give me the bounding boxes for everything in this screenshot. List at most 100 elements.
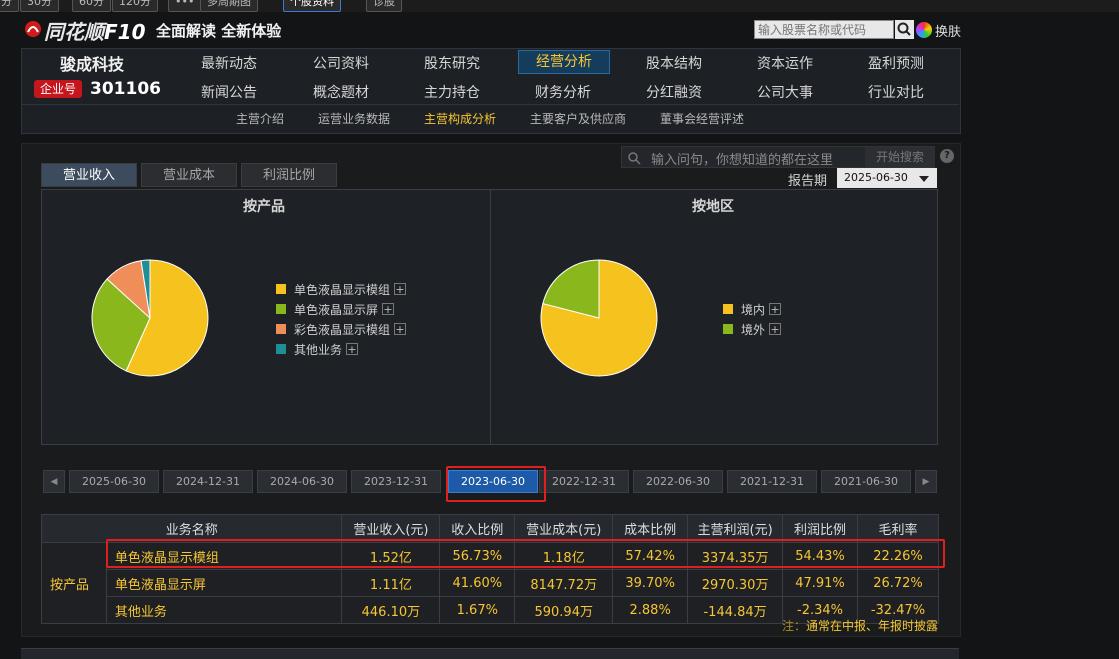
legend-swatch bbox=[723, 304, 733, 314]
table-cell: 41.60% bbox=[439, 569, 516, 597]
table-cell: 1.11亿 bbox=[341, 569, 441, 597]
period-item[interactable]: 2021-06-30 bbox=[821, 470, 911, 493]
legend-label: 境外 bbox=[741, 322, 766, 337]
period-item[interactable]: 2023-12-31 bbox=[351, 470, 441, 493]
legend-swatch bbox=[276, 284, 286, 294]
expand-icon[interactable]: + bbox=[394, 323, 407, 335]
period-item[interactable]: 2024-12-31 bbox=[163, 470, 253, 493]
help-icon[interactable]: ? bbox=[940, 149, 954, 163]
legend-swatch bbox=[276, 304, 286, 314]
subnav-customers-suppliers[interactable]: 主要客户及供应商 bbox=[530, 110, 626, 127]
table-row: 单色液晶显示屏 1.11亿 41.60% 8147.72万 39.70% 297… bbox=[42, 569, 940, 597]
more-button[interactable]: ••• bbox=[168, 0, 202, 12]
highlight-box bbox=[446, 466, 546, 502]
subnav-revenue-composition[interactable]: 主营构成分析 bbox=[424, 110, 496, 127]
stock-code: 301106 bbox=[90, 79, 161, 99]
nav-capital-ops[interactable]: 资本运作 bbox=[740, 53, 830, 73]
period-button-60m[interactable]: 60分 bbox=[72, 0, 111, 12]
expand-icon[interactable]: + bbox=[382, 303, 395, 315]
legend-item[interactable]: 单色液晶显示屏 + bbox=[276, 301, 395, 317]
legend-item[interactable]: 其他业务 + bbox=[276, 341, 359, 357]
nav-industry-compare[interactable]: 行业对比 bbox=[851, 82, 941, 102]
period-item[interactable]: 2024-06-30 bbox=[257, 470, 347, 493]
brand-logo: 同花顺F10 bbox=[44, 20, 146, 44]
table-cell: 26.72% bbox=[856, 569, 940, 597]
skin-icon[interactable] bbox=[916, 22, 932, 38]
highlight-box bbox=[106, 539, 945, 568]
legend-item[interactable]: 境内 + bbox=[723, 301, 782, 317]
pie-chart-region bbox=[540, 259, 658, 377]
tab-cost[interactable]: 营业成本 bbox=[141, 163, 237, 187]
brand-logo-icon bbox=[25, 21, 41, 37]
legend-item[interactable]: 彩色液晶显示模组 + bbox=[276, 321, 407, 337]
chart-divider bbox=[490, 189, 491, 445]
subnav-board-review[interactable]: 董事会经营评述 bbox=[660, 110, 744, 127]
table-cell: 590.94万 bbox=[514, 596, 614, 624]
expand-icon[interactable]: + bbox=[769, 323, 782, 335]
business-name-cell[interactable]: 单色液晶显示屏 bbox=[105, 569, 343, 597]
period-prev-button[interactable]: ◀ bbox=[43, 470, 65, 493]
nav-dividends[interactable]: 分红融资 bbox=[629, 82, 719, 102]
period-next-button[interactable]: ▶ bbox=[915, 470, 937, 493]
ask-search-button[interactable]: 开始搜索 bbox=[865, 147, 935, 167]
subnav-business-intro[interactable]: 主营介绍 bbox=[236, 110, 284, 127]
nav-major-events[interactable]: 公司大事 bbox=[740, 82, 830, 102]
period-button-120m[interactable]: 120分 bbox=[112, 0, 158, 12]
tab-profit-ratio[interactable]: 利润比例 bbox=[241, 163, 337, 187]
stock-search-input[interactable] bbox=[754, 20, 894, 39]
composition-table: 业务名称 营业收入(元) 收入比例 营业成本(元) 成本比例 主营利润(元) 利… bbox=[40, 514, 940, 624]
chart-title-product: 按产品 bbox=[243, 199, 285, 215]
period-item[interactable]: 2025-06-30 bbox=[69, 470, 159, 493]
category-cell: 按产品 bbox=[41, 542, 107, 624]
legend-label: 彩色液晶显示模组 bbox=[294, 322, 391, 337]
legend-item[interactable]: 境外 + bbox=[723, 321, 782, 337]
subnav-operating-data[interactable]: 运营业务数据 bbox=[318, 110, 390, 127]
diagnose-button[interactable]: 诊股 bbox=[366, 0, 402, 12]
legend-label: 其他业务 bbox=[294, 342, 343, 357]
enterprise-badge[interactable]: 企业号 bbox=[34, 80, 83, 98]
ask-search-icon bbox=[628, 152, 641, 165]
legend-label: 境内 bbox=[741, 302, 766, 317]
legend-label: 单色液晶显示屏 bbox=[294, 302, 379, 317]
table-cell: 39.70% bbox=[612, 569, 689, 597]
legend-label: 单色液晶显示模组 bbox=[294, 282, 391, 297]
nav-institutional[interactable]: 主力持仓 bbox=[407, 82, 497, 102]
tab-revenue[interactable]: 营业收入 bbox=[41, 163, 137, 187]
nav-announcements[interactable]: 新闻公告 bbox=[184, 82, 274, 102]
nav-shareholders[interactable]: 股东研究 bbox=[407, 53, 497, 73]
report-period-label: 报告期 bbox=[788, 174, 828, 189]
period-button-30m[interactable]: 30分 bbox=[20, 0, 59, 12]
company-name: 骏成科技 bbox=[60, 55, 125, 74]
legend-swatch bbox=[723, 324, 733, 334]
expand-icon[interactable]: + bbox=[346, 343, 359, 355]
legend-swatch bbox=[276, 324, 286, 334]
table-cell: 446.10万 bbox=[341, 596, 441, 624]
search-icon[interactable] bbox=[895, 20, 914, 39]
top-toolbar: 分 30分 60分 120分 ••• 多周期图 个股资料 诊股 bbox=[0, 0, 1119, 12]
multi-period-button[interactable]: 多周期图 bbox=[200, 0, 258, 12]
expand-icon[interactable]: + bbox=[769, 303, 782, 315]
nav-latest-news[interactable]: 最新动态 bbox=[184, 53, 274, 73]
stock-info-button[interactable]: 个股资料 bbox=[283, 0, 341, 12]
period-item[interactable]: 2022-12-31 bbox=[539, 470, 629, 493]
pie-chart-product bbox=[91, 259, 209, 377]
period-button-1m[interactable]: 分 bbox=[0, 0, 19, 12]
legend-swatch bbox=[276, 344, 286, 354]
table-cell: -144.84万 bbox=[687, 596, 784, 624]
chevron-down-icon[interactable] bbox=[919, 176, 929, 182]
nav-concepts[interactable]: 概念题材 bbox=[296, 82, 386, 102]
nav-operations[interactable]: 经营分析 bbox=[518, 50, 610, 74]
skin-button[interactable]: 换肤 bbox=[935, 21, 961, 40]
business-name-cell[interactable]: 其他业务 bbox=[105, 596, 343, 624]
table-cell: 2.88% bbox=[612, 596, 689, 624]
expand-icon[interactable]: + bbox=[394, 283, 407, 295]
nav-profit-forecast[interactable]: 盈利预测 bbox=[851, 53, 941, 73]
nav-company-info[interactable]: 公司资料 bbox=[296, 53, 386, 73]
slogan: 全面解读 全新体验 bbox=[156, 22, 282, 40]
next-section-bar bbox=[21, 648, 959, 659]
nav-financials[interactable]: 财务分析 bbox=[518, 82, 608, 102]
legend-item[interactable]: 单色液晶显示模组 + bbox=[276, 281, 407, 297]
period-item[interactable]: 2021-12-31 bbox=[727, 470, 817, 493]
nav-capital-structure[interactable]: 股本结构 bbox=[629, 53, 719, 73]
period-item[interactable]: 2022-06-30 bbox=[633, 470, 723, 493]
